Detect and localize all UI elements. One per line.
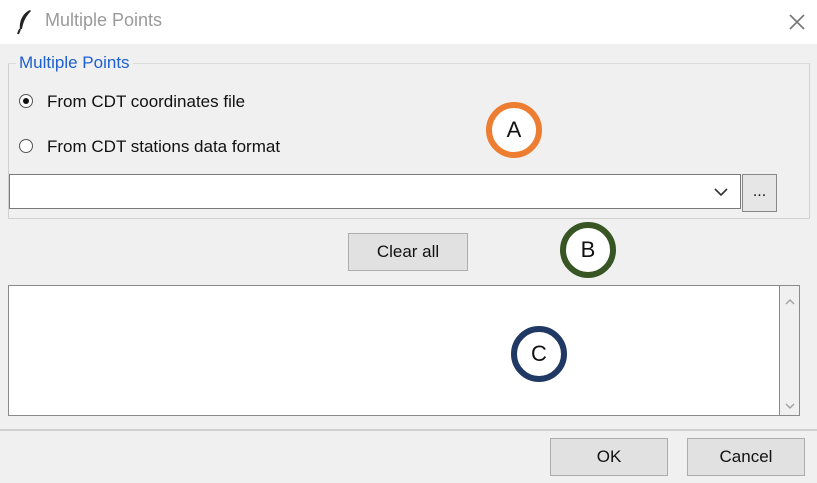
- points-text-area[interactable]: [8, 285, 780, 416]
- radio-coordinates-file[interactable]: [19, 94, 33, 108]
- clear-all-button[interactable]: Clear all: [348, 233, 468, 271]
- browse-button[interactable]: ...: [742, 174, 777, 212]
- separator: [0, 429, 817, 431]
- feather-icon: [15, 9, 35, 35]
- callout-b: B: [560, 222, 616, 278]
- vertical-scrollbar[interactable]: [780, 285, 800, 416]
- radio-selected-dot: [23, 98, 29, 104]
- callout-a: A: [486, 102, 542, 158]
- group-legend: Multiple Points: [16, 53, 133, 73]
- chevron-down-icon[interactable]: [712, 183, 730, 201]
- ok-button[interactable]: OK: [550, 438, 668, 476]
- radio-label-coordinates-file: From CDT coordinates file: [47, 92, 246, 111]
- cancel-button[interactable]: Cancel: [687, 438, 805, 476]
- window-title: Multiple Points: [45, 10, 163, 30]
- scroll-down-icon[interactable]: [784, 398, 796, 409]
- file-combobox[interactable]: [9, 174, 741, 209]
- close-icon[interactable]: [781, 6, 813, 38]
- radio-stations-format[interactable]: [19, 139, 33, 153]
- callout-c: C: [511, 326, 567, 382]
- scroll-up-icon[interactable]: [784, 294, 796, 305]
- radio-label-stations-format: From CDT stations data format: [47, 137, 281, 156]
